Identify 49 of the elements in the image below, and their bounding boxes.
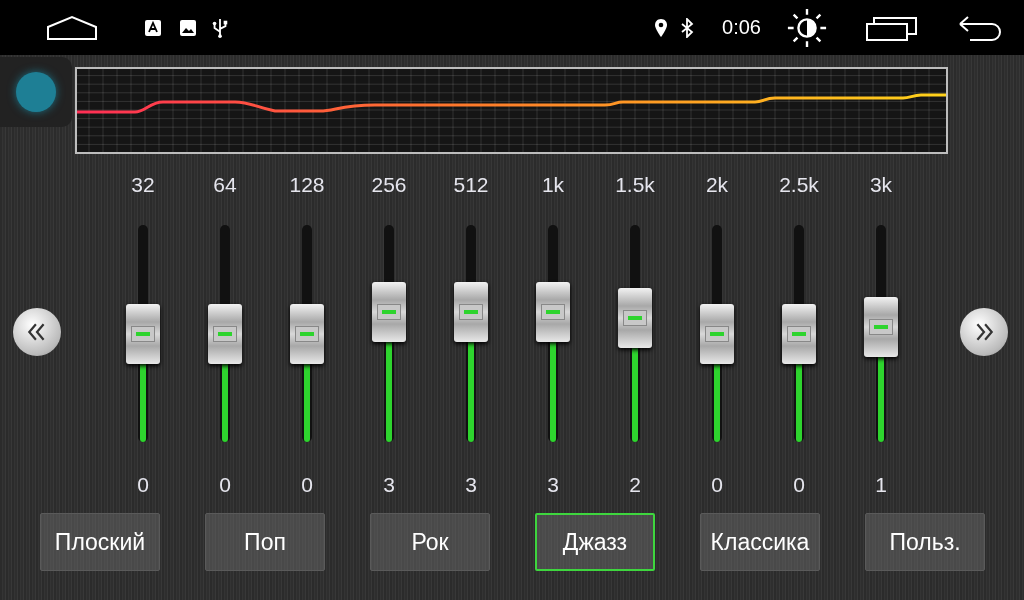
menu-button[interactable] <box>0 57 72 127</box>
frequency-label: 256 <box>371 172 407 198</box>
slider-thumb[interactable] <box>782 303 816 364</box>
frequency-label: 32 <box>131 172 155 198</box>
gain-value: 0 <box>137 472 149 498</box>
gain-value: 3 <box>383 472 395 498</box>
slider-thumb[interactable] <box>208 303 242 364</box>
gain-value: 1 <box>875 472 887 498</box>
frequency-label: 512 <box>453 172 489 198</box>
slider-thumb[interactable] <box>536 281 570 342</box>
gain-value: 0 <box>301 472 313 498</box>
frequency-label: 1.5k <box>615 172 655 198</box>
slider-thumb[interactable] <box>290 303 324 364</box>
preset-button[interactable]: Польз. <box>865 513 985 571</box>
recent-apps-icon[interactable] <box>866 14 918 41</box>
gain-value: 0 <box>793 472 805 498</box>
preset-button[interactable]: Джазз <box>535 513 655 571</box>
slider-thumb[interactable] <box>864 297 898 357</box>
frequency-label: 1k <box>541 172 565 198</box>
frequency-label: 64 <box>213 172 237 198</box>
gain-value: 2 <box>629 472 641 498</box>
preset-button[interactable]: Плоский <box>40 513 160 571</box>
brightness-icon[interactable] <box>786 6 828 49</box>
image-icon <box>179 17 197 38</box>
clock-time: 0:06 <box>722 16 761 39</box>
text-notification-icon <box>144 17 162 38</box>
circle-icon <box>16 72 56 112</box>
location-pin-icon <box>654 17 669 38</box>
preset-button[interactable]: Рок <box>370 513 490 571</box>
frequency-label: 3k <box>869 172 893 198</box>
slider-thumb[interactable] <box>454 281 488 342</box>
slider-thumb[interactable] <box>618 288 652 349</box>
slider-thumb[interactable] <box>372 281 406 342</box>
slider-thumb[interactable] <box>700 303 734 364</box>
next-button[interactable] <box>960 307 1008 356</box>
gain-value: 3 <box>547 472 559 498</box>
frequency-label: 2.5k <box>779 172 819 198</box>
preset-button[interactable]: Классика <box>700 513 820 571</box>
slider-thumb[interactable] <box>126 303 160 364</box>
usb-icon <box>211 17 229 38</box>
gain-value: 3 <box>465 472 477 498</box>
previous-button[interactable] <box>13 307 61 356</box>
bluetooth-icon <box>680 17 695 38</box>
preset-button[interactable]: Поп <box>205 513 325 571</box>
gain-value: 0 <box>219 472 231 498</box>
gain-value: 0 <box>711 472 723 498</box>
frequency-label: 2k <box>705 172 729 198</box>
frequency-label: 128 <box>289 172 325 198</box>
home-icon[interactable] <box>46 14 98 41</box>
